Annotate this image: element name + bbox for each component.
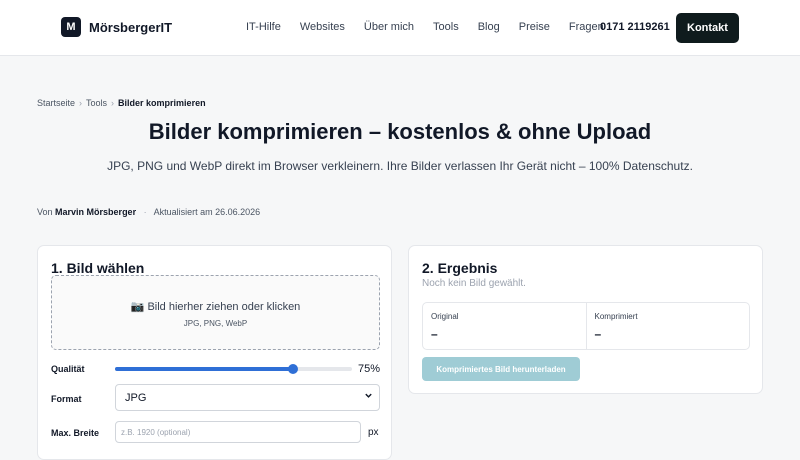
byline-prefix: Von (37, 207, 53, 217)
author-link[interactable]: Marvin Mörsberger (55, 207, 136, 217)
max-width-label: Max. Breite (51, 428, 100, 438)
max-width-unit: px (368, 427, 379, 438)
nav-item-fragen[interactable]: Fragen (569, 21, 604, 33)
chevron-down-icon (364, 391, 373, 403)
updated-date: Aktualisiert am 26.06.2026 (153, 207, 261, 217)
page-title: Bilder komprimieren – kostenlos & ohne U… (148, 119, 652, 144)
nav-item-websites[interactable]: Websites (300, 21, 345, 33)
format-select-value: JPG (125, 392, 147, 404)
byline-separator: · (143, 207, 147, 217)
page-subtitle: JPG, PNG und WebP direkt im Browser verk… (107, 159, 693, 173)
stat-original: Original – (423, 303, 586, 349)
stat-compressed: Komprimiert – (585, 303, 750, 349)
breadcrumb: Startseite › Tools › Bilder komprimieren (37, 98, 206, 108)
logo-mark: M (61, 17, 81, 37)
nav-item-it-hilfe[interactable]: IT-Hilfe (246, 21, 281, 33)
stat-original-value: – (431, 327, 438, 341)
contact-button[interactable]: Kontakt (676, 13, 739, 43)
format-label: Format (51, 394, 82, 404)
dropzone-formats: JPG, PNG, WebP (183, 319, 248, 328)
byline: Von Marvin Mörsberger · Aktualisiert am … (37, 207, 260, 217)
download-button[interactable]: Komprimiertes Bild herunterladen (422, 357, 580, 381)
result-card: 2. Ergebnis Noch kein Bild gewählt. Orig… (408, 245, 763, 394)
format-select[interactable]: JPG (115, 384, 380, 411)
upload-card: 1. Bild wählen 📷 Bild hierher ziehen ode… (37, 245, 392, 460)
phone-link[interactable]: 0171 2119261 (600, 21, 670, 33)
nav-item-ueber-mich[interactable]: Über mich (364, 21, 414, 33)
stat-original-label: Original (431, 312, 459, 321)
quality-slider-fill (115, 367, 293, 371)
quality-slider[interactable] (115, 364, 352, 374)
main-nav: IT-Hilfe Websites Über mich Tools Blog P… (246, 21, 623, 33)
max-width-input[interactable] (115, 421, 361, 443)
breadcrumb-tools[interactable]: Tools (86, 98, 107, 108)
logo-text: MörsbergerIT (89, 19, 173, 35)
breadcrumb-current: Bilder komprimieren (118, 98, 206, 108)
quality-slider-thumb[interactable] (287, 364, 298, 374)
quality-value: 75% (358, 363, 381, 375)
nav-item-tools[interactable]: Tools (433, 21, 459, 33)
quality-label: Qualität (51, 364, 85, 374)
nav-item-blog[interactable]: Blog (478, 21, 500, 33)
stat-compressed-value: – (594, 327, 602, 341)
breadcrumb-home[interactable]: Startseite (37, 98, 75, 108)
site-header: M MörsbergerIT IT-Hilfe Websites Über mi… (0, 0, 800, 56)
result-hint: Noch kein Bild gewählt. (422, 278, 526, 289)
breadcrumb-separator: › (111, 98, 115, 108)
dropzone-text: 📷 Bild hierher ziehen oder klicken (130, 301, 301, 313)
stat-compressed-label: Komprimiert (594, 312, 638, 321)
nav-item-preise[interactable]: Preise (519, 21, 550, 33)
step1-title: 1. Bild wählen (51, 260, 145, 276)
logo[interactable]: M MörsbergerIT (61, 17, 172, 37)
breadcrumb-separator: › (79, 98, 83, 108)
result-stats: Original – Komprimiert – (422, 302, 750, 350)
image-dropzone[interactable]: 📷 Bild hierher ziehen oder klicken JPG, … (51, 275, 380, 350)
step2-title: 2. Ergebnis (422, 260, 498, 276)
